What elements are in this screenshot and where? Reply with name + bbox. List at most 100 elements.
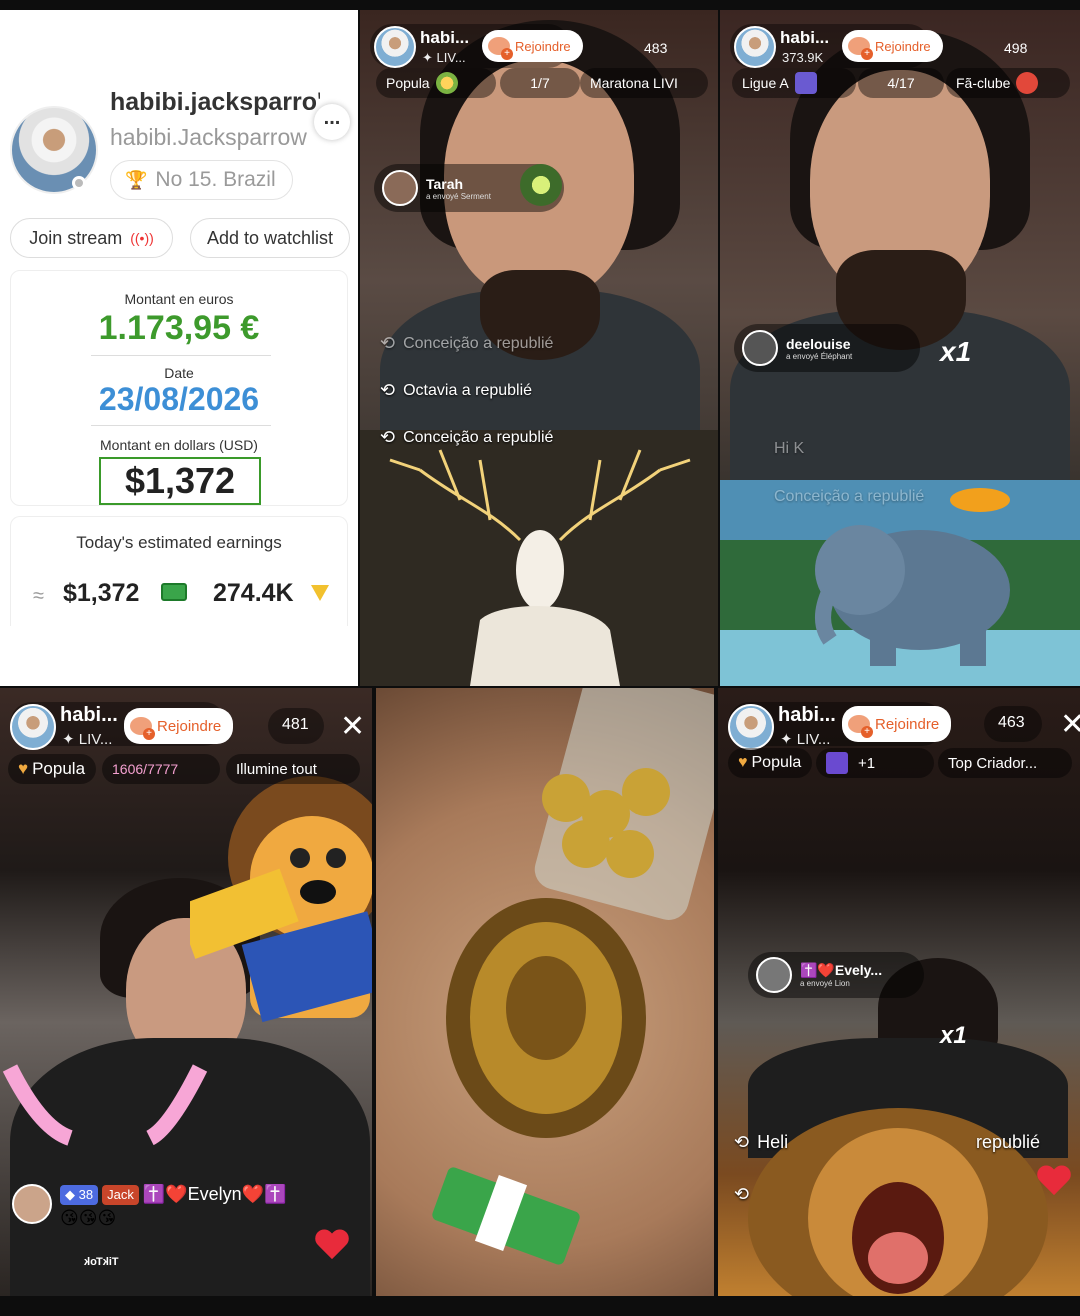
- comment-item: ⟲ Octavia a republié: [380, 380, 532, 401]
- comment-row: ◆ 38 Jack ✝️❤️Evelyn❤️✝️: [60, 1184, 287, 1205]
- host-name: habi...: [420, 28, 470, 47]
- chip-label: +1: [858, 754, 876, 772]
- league-chip[interactable]: Ligue A: [732, 68, 856, 98]
- sender-name: Tarah: [426, 175, 464, 192]
- bear-sticker: [190, 776, 372, 1023]
- gift-banner: deelouise a envoyé Éléphant: [734, 324, 920, 372]
- join-button[interactable]: Rejoindre: [842, 706, 952, 742]
- more-button[interactable]: ...: [314, 104, 350, 140]
- comment-text: Conceição a republié: [403, 428, 554, 446]
- fan-badge: Jack: [102, 1184, 139, 1205]
- commenter-name: ✝️❤️Evelyn❤️✝️: [142, 1184, 287, 1204]
- earnings-usd: $1,372: [63, 579, 140, 607]
- gift-icon: [435, 72, 458, 94]
- live-header: habi... 373.9K Rejoindre 498: [730, 24, 1070, 74]
- cash-icon: [161, 583, 187, 601]
- gift-text: deelouise a envoyé Éléphant: [786, 336, 852, 361]
- host-avatar[interactable]: [10, 704, 56, 750]
- viewer-count[interactable]: 463: [998, 714, 1025, 732]
- fan-club-chip[interactable]: Fã-clube: [946, 68, 1070, 98]
- join-label: Rejoindre: [515, 38, 571, 54]
- popular-chip[interactable]: ♥ Popula: [8, 754, 96, 784]
- gift-count: x1: [940, 336, 972, 367]
- popular-chip[interactable]: Popula: [376, 68, 496, 98]
- comment-item: ⟲ Heli: [734, 1132, 788, 1153]
- gift-description: a envoyé Éléphant: [786, 351, 853, 361]
- join-button[interactable]: Rejoindre: [842, 30, 943, 62]
- repost-icon: ⟲: [380, 380, 396, 400]
- gift-icon: [1016, 72, 1039, 94]
- badge-name: Jack: [107, 1187, 134, 1202]
- chip-label: Maratona LIVI: [590, 75, 678, 91]
- live-panel-lion: habi... ✦ LIV... Rejoindre 463 ✕ ♥Popula…: [718, 688, 1080, 1296]
- comment-text: Conceição a republié: [403, 334, 554, 352]
- top-creator-chip[interactable]: Top Criador...: [938, 748, 1072, 778]
- chip-label: 1/7: [530, 75, 550, 91]
- gift-icon: [520, 164, 562, 206]
- popular-chip[interactable]: ♥ Popula: [728, 748, 812, 778]
- host-avatar[interactable]: [374, 26, 416, 68]
- date-label: Date: [164, 365, 194, 381]
- event-chip[interactable]: Illumine tout: [226, 754, 360, 784]
- gift-description: a envoyé Serment: [426, 191, 491, 201]
- join-stream-button[interactable]: Join stream ((•)): [10, 218, 173, 258]
- progress-chip[interactable]: +1: [816, 748, 934, 778]
- join-stream-label: Join stream: [29, 227, 123, 248]
- host-sub: ✦ LIV...: [62, 731, 113, 748]
- host-avatar[interactable]: [728, 704, 774, 750]
- trophy-icon: 🏆: [125, 169, 148, 190]
- elephant-gift-animation: [720, 480, 1080, 686]
- sender-name: deelouise: [786, 335, 851, 352]
- comment-item: Hi K: [774, 440, 805, 457]
- progress-chip[interactable]: 1/7: [500, 68, 580, 98]
- repost-icon: ⟲: [380, 427, 396, 447]
- comment-text: Octavia a republié: [403, 381, 533, 399]
- host-avatar[interactable]: [734, 26, 776, 68]
- join-label: Rejoindre: [875, 715, 940, 733]
- viewer-count[interactable]: 483: [644, 40, 667, 56]
- host-sub: ✦ LIV...: [422, 50, 466, 65]
- join-button[interactable]: Rejoindre: [482, 30, 583, 62]
- approx-symbol: ≈: [33, 585, 44, 607]
- event-chip[interactable]: Maratona LIVI: [580, 68, 708, 98]
- progress-chip[interactable]: 1606/7777: [102, 754, 220, 784]
- gift-text: ✝️❤️Evely... a envoyé Lion: [800, 962, 882, 988]
- sender-avatar: [382, 170, 418, 206]
- usd-value: $1,372: [99, 457, 261, 505]
- comment-text: Heli: [757, 1132, 789, 1152]
- chip-label: Popula: [32, 759, 86, 778]
- heart-plus-icon: [848, 715, 873, 738]
- close-icon[interactable]: ✕: [340, 712, 365, 742]
- progress-chip[interactable]: 4/17: [858, 68, 944, 98]
- sender-avatar: [742, 330, 778, 366]
- comment-item: Conceição a republié: [774, 488, 925, 505]
- heart-plus-icon: [848, 37, 873, 60]
- diamond-icon: ◆: [65, 1186, 75, 1202]
- chip-label: Popula: [386, 75, 430, 91]
- chip-label: Ligue A: [742, 75, 789, 91]
- repost-icon: ⟲: [734, 1132, 750, 1152]
- amount-card: Montant en euros 1.173,95 € Date 23/08/2…: [10, 270, 348, 506]
- ring-illustration: [432, 688, 714, 1265]
- gift-text: Tarah a envoyé Serment: [426, 176, 491, 201]
- heart-icon[interactable]: [314, 1230, 350, 1262]
- heart-plus-icon: [130, 717, 155, 740]
- viewer-count[interactable]: 481: [282, 716, 309, 734]
- viewer-count[interactable]: 498: [1004, 40, 1027, 56]
- rank-badge[interactable]: 🏆 No 15. Brazil: [110, 160, 293, 200]
- gift-description: a envoyé Lion: [800, 979, 850, 988]
- comment-item: ⟲ Conceição a republié: [380, 427, 553, 448]
- gift-icon: [794, 72, 817, 94]
- chip-label: Fã-clube: [956, 75, 1011, 91]
- live-header: habi... ✦ LIV... Rejoindre 481 ✕: [10, 702, 365, 752]
- add-watchlist-button[interactable]: Add to watchlist: [190, 218, 350, 258]
- date-value: 23/08/2026: [98, 381, 260, 417]
- chip-label: Top Criador...: [948, 754, 1038, 772]
- diamond-icon: [311, 585, 329, 601]
- heart-icon[interactable]: [1036, 1166, 1072, 1198]
- earnings-title: Today's estimated earnings: [76, 533, 282, 552]
- join-button[interactable]: Rejoindre: [124, 708, 234, 744]
- sender-avatar: [756, 957, 792, 993]
- commenter-avatar[interactable]: [12, 1184, 52, 1224]
- close-icon[interactable]: ✕: [1060, 710, 1080, 740]
